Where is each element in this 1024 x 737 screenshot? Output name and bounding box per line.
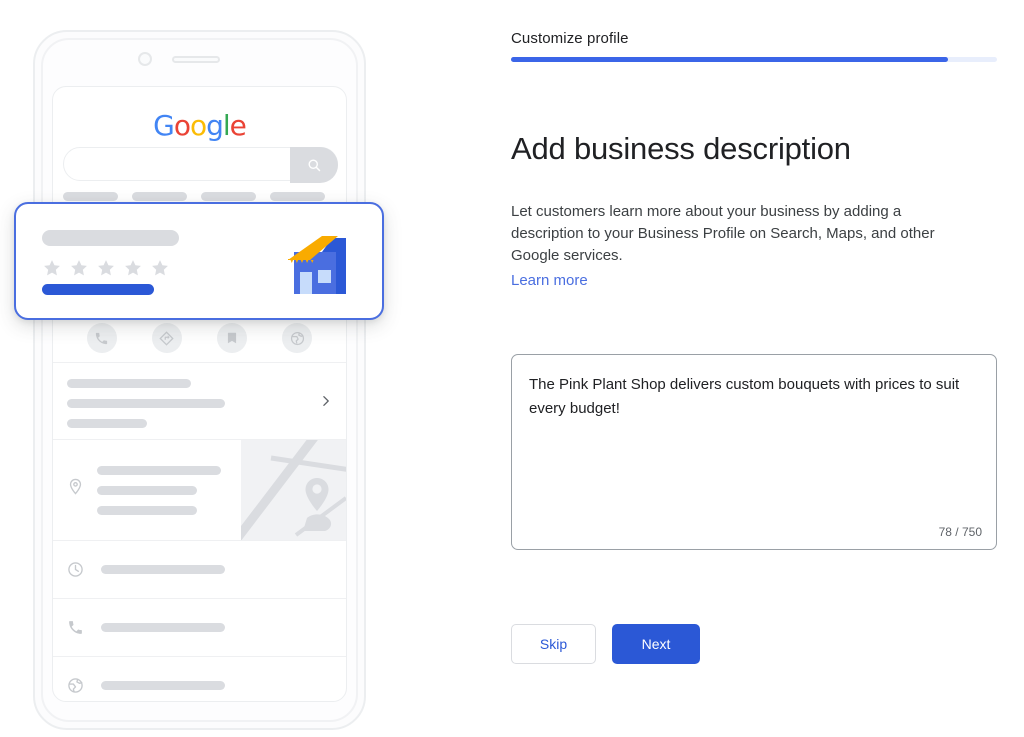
star-icon [71, 260, 87, 276]
placeholder-chip [270, 192, 325, 201]
map-thumbnail[interactable] [241, 440, 346, 540]
globe-icon [68, 678, 83, 693]
action-directions-button[interactable] [151, 323, 182, 353]
clock-icon [68, 562, 83, 577]
map-graphic [241, 440, 346, 540]
placeholder-bar [101, 681, 225, 690]
action-share-button[interactable] [282, 323, 313, 353]
google-logo: Google [53, 109, 346, 142]
star-icon [125, 260, 141, 276]
google-logo-letter: o [189, 109, 207, 142]
placeholder-bar [67, 419, 147, 428]
progress-bar-fill [511, 57, 949, 62]
action-save-button[interactable] [217, 323, 248, 353]
bookmark-icon [228, 332, 237, 344]
placeholder-bar [97, 506, 197, 515]
google-logo-letter: o [173, 109, 191, 142]
step-label: Customize profile [511, 30, 629, 47]
google-logo-letter: l [222, 109, 231, 142]
placeholder-chip [63, 192, 118, 201]
placeholder-bar-title [42, 230, 179, 246]
phone-list-section-website[interactable] [53, 657, 346, 701]
highlighted-business-card[interactable] [14, 202, 384, 320]
placeholder-chip [201, 192, 256, 201]
character-counter: 78 / 750 [938, 525, 982, 539]
phone-action-icon-row [53, 323, 346, 353]
share-icon [290, 331, 304, 345]
search-icon [308, 159, 320, 171]
business-description-input[interactable] [529, 373, 981, 493]
skip-button[interactable]: Skip [511, 624, 596, 664]
location-pin-icon [69, 478, 82, 495]
phone-list-section-hours[interactable] [53, 541, 346, 598]
placeholder-bar [67, 399, 225, 408]
illustration-panel: Google [0, 0, 500, 737]
placeholder-chip [132, 192, 187, 201]
placeholder-bar [101, 623, 225, 632]
google-logo-letter: e [229, 109, 247, 142]
phone-speaker-icon [172, 56, 220, 63]
phone-camera-icon [138, 52, 152, 66]
progress-bar-track [511, 57, 997, 62]
placeholder-bar [97, 486, 197, 495]
star-icon [152, 260, 168, 276]
action-button-row: Skip Next [511, 624, 700, 664]
directions-icon [159, 330, 175, 346]
google-logo-letter: G [153, 109, 175, 142]
phone-search-input[interactable] [63, 147, 338, 183]
business-description-field[interactable]: 78 / 750 [511, 354, 997, 550]
google-logo-letter: g [206, 109, 224, 142]
phone-list-section-info[interactable] [53, 363, 346, 439]
star-icon [44, 260, 60, 276]
placeholder-bar [97, 466, 221, 475]
phone-screen: Google [52, 86, 347, 702]
phone-list-section-address[interactable] [53, 440, 346, 540]
phone-chip-row [63, 192, 343, 201]
placeholder-bar [67, 379, 191, 388]
phone-list-section-phone[interactable] [53, 599, 346, 656]
storefront-icon [288, 236, 346, 294]
rating-stars [42, 258, 170, 278]
placeholder-bar [101, 565, 225, 574]
phone-icon [96, 332, 108, 344]
next-button[interactable]: Next [612, 624, 700, 664]
placeholder-bar-accent [42, 284, 154, 295]
chevron-right-icon [323, 396, 329, 406]
page-title: Add business description [511, 130, 851, 166]
page-root: Google Customize profile Add business de… [0, 0, 1024, 737]
description-text: Let customers learn more about your busi… [511, 203, 935, 264]
learn-more-link[interactable]: Learn more [511, 272, 588, 289]
content-panel: Customize profile Add business descripti… [511, 0, 1024, 737]
phone-search-button[interactable] [290, 147, 338, 183]
action-call-button[interactable] [86, 323, 117, 353]
phone-icon [69, 621, 82, 634]
star-icon [98, 260, 114, 276]
